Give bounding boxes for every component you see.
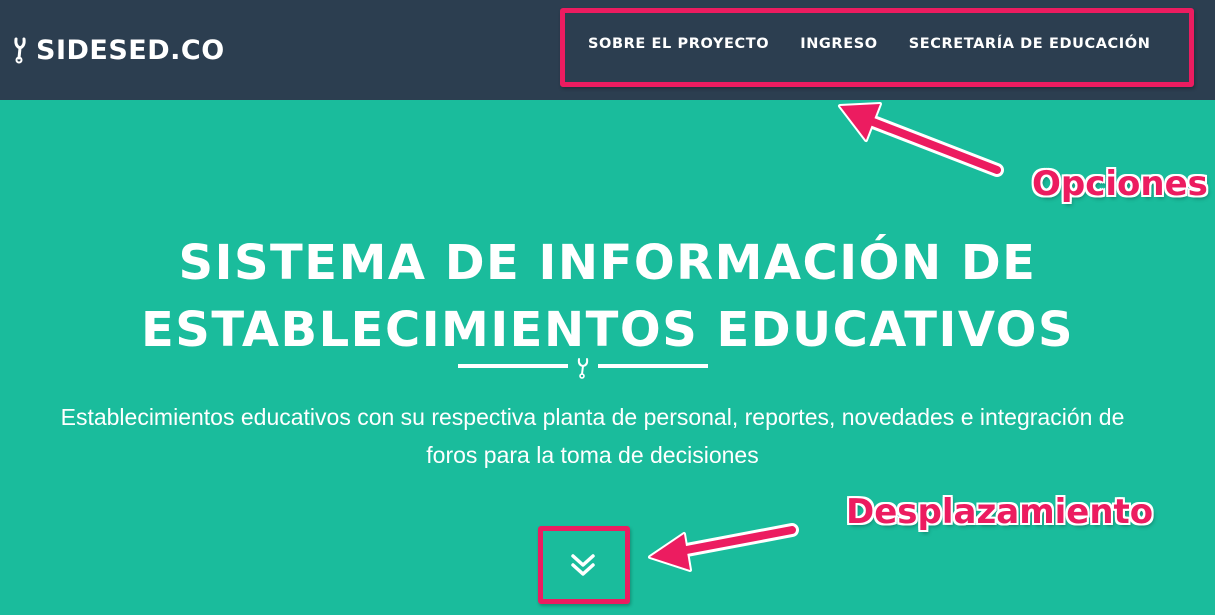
- arrow-to-options-icon: [838, 102, 1004, 177]
- annotation-options-label: Opciones: [1032, 164, 1208, 204]
- annotation-scroll-label: Desplazamiento: [846, 492, 1154, 532]
- arrow-to-scroll-icon: [648, 523, 799, 572]
